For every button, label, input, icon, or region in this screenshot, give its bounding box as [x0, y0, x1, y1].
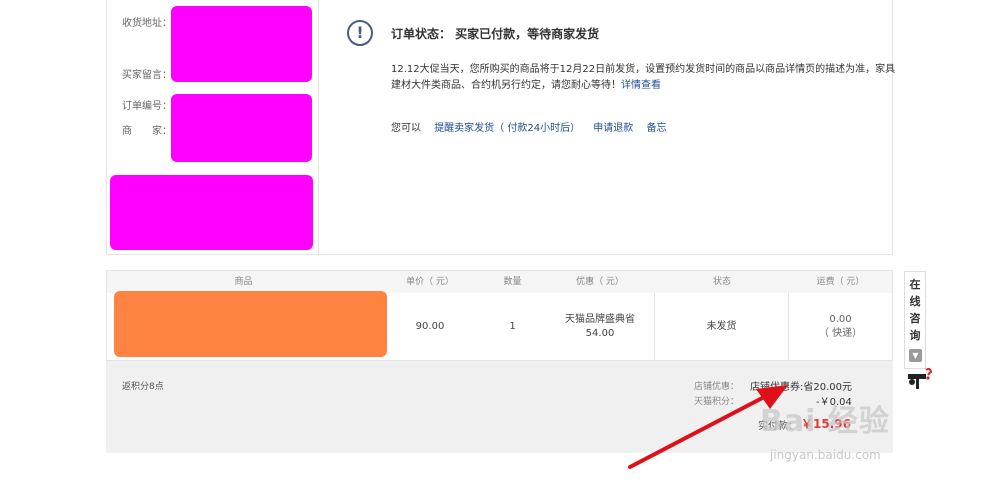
header-shipping: 运费（ 元） — [816, 277, 865, 287]
points-reward: 返积分8点 — [122, 382, 164, 392]
redacted-address-block — [171, 6, 312, 82]
remind-seller-link[interactable]: 提醒卖家发货（ 付款24小时后） — [434, 123, 580, 134]
cell-discount: 天猫品牌盛典省 54.00 — [545, 293, 655, 360]
redacted-product-image[interactable] — [114, 291, 387, 357]
shipping-notice: 12.12大促当天，您所购买的商品将于12月22日前发货，设置预约发货时间的商品… — [391, 62, 899, 94]
watermark-brand: Bai 经验 — [760, 404, 890, 439]
online-consult-widget[interactable]: 在线咨询 ▼ — [904, 271, 926, 369]
header-status: 状态 — [712, 277, 731, 287]
table-row: 90.00 1 天猫品牌盛典省 54.00 未发货 0.00 （ 快递） — [106, 291, 893, 361]
redacted-merchant-block — [110, 175, 313, 250]
status-value: 未发货 — [706, 320, 737, 332]
merchant-label: 商 家： — [122, 126, 172, 137]
chevron-down-icon[interactable]: ▼ — [909, 349, 922, 362]
header-price: 单价（ 元） — [406, 277, 454, 287]
order-info-panel: 收货地址： 买家留言： 订单编号： 商 家： ! 订单状态： 买家已付款，等待商… — [106, 0, 895, 255]
order-number-label: 订单编号： — [122, 101, 172, 112]
shipping-value: 0.00 — [829, 313, 852, 325]
refund-link[interactable]: 申请退款 — [593, 123, 633, 134]
discount-name: 天猫品牌盛典省 — [565, 313, 635, 325]
exclamation-circle-icon: ! — [347, 20, 373, 46]
header-goods: 商品 — [234, 277, 253, 287]
cell-price: 90.00 — [380, 293, 480, 360]
address-label: 收货地址： — [122, 18, 172, 29]
qty-value: 1 — [509, 320, 516, 332]
order-details-column: 收货地址： 买家留言： 订单编号： 商 家： — [107, 0, 319, 254]
actions-prefix: 您可以 — [391, 123, 421, 134]
notice-details-link[interactable]: 详情查看 — [621, 80, 661, 91]
order-actions: 您可以 提醒卖家发货（ 付款24小时后） 申请退款 备忘 — [391, 119, 676, 134]
watermark-url: jingyan.baidu.com — [770, 448, 881, 462]
baidu-jingyan-watermark: Bai 经验 jingyan.baidu.com — [760, 396, 996, 476]
redacted-order-block — [171, 94, 312, 162]
discount-value: 54.00 — [585, 327, 615, 339]
online-consult-label[interactable]: 在线咨询 — [905, 272, 925, 344]
cartoon-figure-icon — [908, 367, 933, 389]
price-value: 90.00 — [415, 320, 445, 332]
order-status-title: 订单状态： 买家已付款，等待商家发货 — [391, 27, 600, 41]
header-qty: 数量 — [503, 277, 522, 287]
cell-qty: 1 — [480, 293, 545, 360]
buyer-message-label: 买家留言： — [122, 70, 172, 81]
shipping-type: （ 快递） — [818, 327, 863, 339]
order-status-column: ! 订单状态： 买家已付款，等待商家发货 12.12大促当天，您所购买的商品将于… — [319, 0, 895, 254]
cell-status: 未发货 — [655, 293, 788, 360]
header-discount: 优惠（ 元） — [576, 277, 624, 287]
cell-shipping: 0.00 （ 快递） — [789, 293, 892, 360]
memo-link[interactable]: 备忘 — [646, 123, 666, 134]
